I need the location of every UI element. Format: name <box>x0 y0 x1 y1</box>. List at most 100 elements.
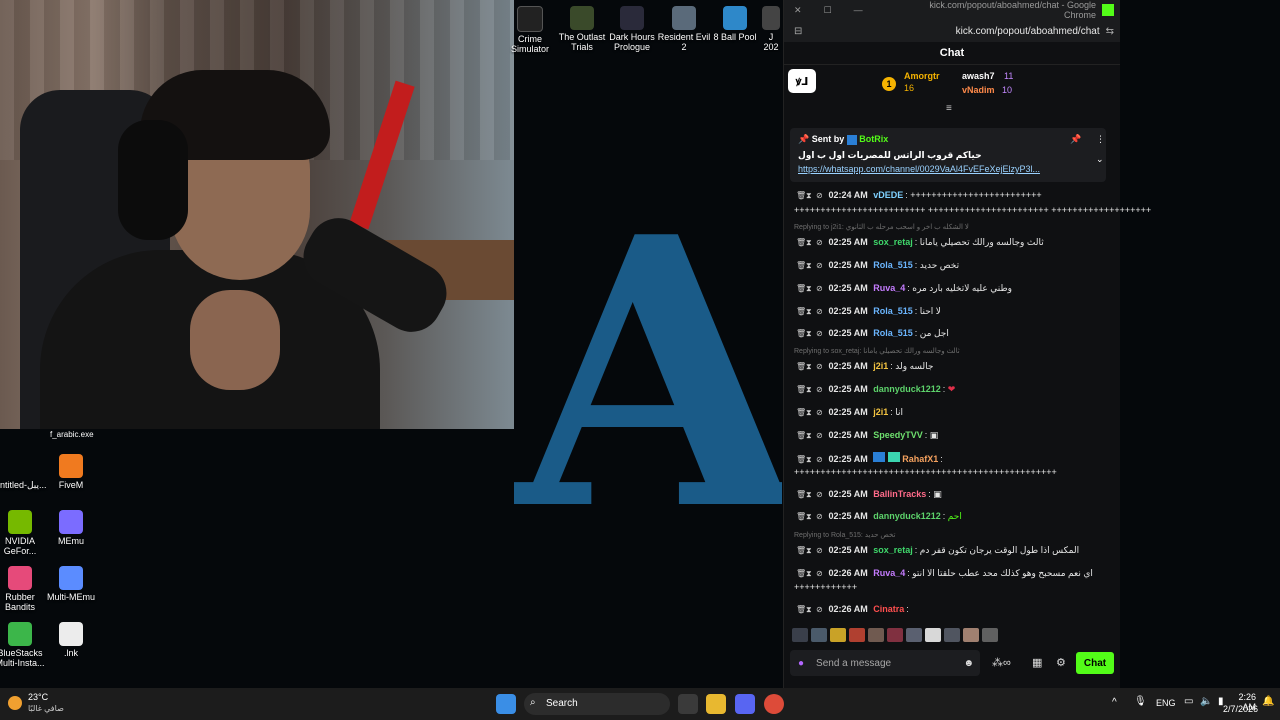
task-view-icon[interactable] <box>678 694 698 714</box>
gear-icon[interactable]: ⚙ <box>1056 656 1066 669</box>
emote-icon[interactable] <box>982 628 998 642</box>
close-window-icon[interactable]: ✕ <box>794 5 802 16</box>
delete-icon[interactable]: 🗑 <box>796 329 806 338</box>
chat-message[interactable]: 🗑⧗ ⊘ 02:25 AM sox_retaj: المكس اذا طول ال… <box>796 545 1106 556</box>
emote-icon[interactable] <box>925 628 941 642</box>
delete-icon[interactable]: 🗑 <box>796 569 806 578</box>
message-username[interactable]: dannyduck1212 <box>873 384 941 394</box>
desktop-icon-8-ball-pool[interactable]: 8 Ball Pool <box>707 6 763 42</box>
message-username[interactable]: j2i1 <box>873 407 888 417</box>
chat-message[interactable]: 🗑⧗ ⊘ 02:25 AM SpeedyTVV: ▣ <box>796 430 1106 441</box>
microphone-icon[interactable]: ● <box>798 658 804 669</box>
timeout-icon[interactable]: ⧗ <box>806 191 816 201</box>
ban-icon[interactable]: ⊘ <box>816 512 826 521</box>
emote-icon[interactable] <box>811 628 827 642</box>
chevron-down-icon[interactable]: ⌄ <box>1096 154 1104 165</box>
timeout-icon[interactable]: ⧗ <box>806 238 816 248</box>
chat-message[interactable]: 🗑⧗ ⊘ 02:24 AM vDEDE: ++++++++++++++++++++… <box>796 190 1106 201</box>
ban-icon[interactable]: ⊘ <box>816 238 826 247</box>
message-username[interactable]: BallinTracks <box>873 489 926 499</box>
message-username[interactable]: Rola_515 <box>873 260 913 270</box>
desktop-icon-lnk[interactable]: .lnk <box>43 622 99 658</box>
start-button-icon[interactable] <box>496 694 516 714</box>
emote-icon[interactable] <box>849 628 865 642</box>
message-username[interactable]: Cinatra <box>873 604 904 614</box>
volume-icon[interactable]: 🔈 <box>1200 696 1212 707</box>
ban-icon[interactable]: ⊘ <box>816 455 826 464</box>
address-bar[interactable]: ⊟ kick.com/popout/aboahmed/chat ⇆ <box>784 20 1120 42</box>
timeout-icon[interactable]: ⧗ <box>806 431 816 441</box>
message-username[interactable]: sox_retaj <box>873 545 913 555</box>
ban-icon[interactable]: ⊘ <box>816 329 826 338</box>
ban-icon[interactable]: ⊘ <box>816 191 826 200</box>
delete-icon[interactable]: 🗑 <box>796 385 806 394</box>
desktop-icon-resident-evil-2[interactable]: Resident Evil 2 <box>656 6 712 52</box>
timeout-icon[interactable]: ⧗ <box>806 569 816 579</box>
desktop-icon-crime-simulator[interactable]: Crime Simulator <box>502 6 558 54</box>
more-options-icon[interactable]: ⋮ <box>1096 134 1105 145</box>
chat-message[interactable]: 🗑⧗ ⊘ 02:25 AM Rola_515: تخص حديد <box>796 260 1106 271</box>
message-username[interactable]: RahafX1 <box>902 454 938 464</box>
desktop-icon-dark-hours[interactable]: Dark Hours Prologue <box>604 6 660 52</box>
emote-icon[interactable] <box>906 628 922 642</box>
timeout-icon[interactable]: ⧗ <box>806 455 816 465</box>
maximize-icon[interactable]: ☐ <box>824 5 832 16</box>
weather-icon[interactable] <box>8 696 22 710</box>
emote-icon[interactable] <box>963 628 979 642</box>
expand-gifters-icon[interactable]: ≡ <box>946 103 952 114</box>
timeout-icon[interactable]: ⧗ <box>806 307 816 317</box>
pinned-sender[interactable]: BotRix <box>859 134 888 144</box>
minimize-icon[interactable]: — <box>854 5 863 15</box>
chat-message[interactable]: 🗑⧗ ⊘ 02:26 AM Ruva_4: اي نعم مسحبح وهو كذ… <box>796 568 1106 579</box>
desktop-icon-bluestacks[interactable]: BlueStacks Multi-Insta... <box>0 622 48 668</box>
timeout-icon[interactable]: ⧗ <box>806 385 816 395</box>
notification-icon[interactable]: 🔔 <box>1262 696 1274 707</box>
delete-icon[interactable]: 🗑 <box>796 431 806 440</box>
ban-icon[interactable]: ⊘ <box>816 546 826 555</box>
message-username[interactable]: Rola_515 <box>873 306 913 316</box>
delete-icon[interactable]: 🗑 <box>796 605 806 614</box>
timeout-icon[interactable]: ⧗ <box>806 512 816 522</box>
desktop-icon-nvidia[interactable]: NVIDIA GeFor... <box>0 510 48 556</box>
message-username[interactable]: vDEDE <box>873 190 903 200</box>
gifter-1-name[interactable]: Amorgtr <box>904 71 940 81</box>
message-username[interactable]: j2i1 <box>873 361 888 371</box>
delete-icon[interactable]: 🗑 <box>796 512 806 521</box>
message-username[interactable]: dannyduck1212 <box>873 511 941 521</box>
delete-icon[interactable]: 🗑 <box>796 408 806 417</box>
ban-icon[interactable]: ⊘ <box>816 385 826 394</box>
language-indicator[interactable]: ENG <box>1156 698 1176 708</box>
ban-icon[interactable]: ⊘ <box>816 569 826 578</box>
desktop-icon-rubber-bandits[interactable]: Rubber Bandits <box>0 566 48 612</box>
chat-message[interactable]: 🗑⧗ ⊘ 02:25 AM Rola_515: اجل من <box>796 328 1106 339</box>
message-username[interactable]: sox_retaj <box>873 237 913 247</box>
settings-tune-icon[interactable]: ⇆ <box>1106 26 1114 37</box>
delete-icon[interactable]: 🗑 <box>796 284 806 293</box>
reply-context[interactable]: Replying to Rola_515: تخص حديد <box>794 531 895 539</box>
send-chat-button[interactable]: Chat <box>1076 652 1114 674</box>
ban-icon[interactable]: ⊘ <box>816 284 826 293</box>
gift-icon[interactable]: ▦ <box>1032 656 1042 669</box>
ban-icon[interactable]: ⊘ <box>816 261 826 270</box>
message-username[interactable]: SpeedyTVV <box>873 430 923 440</box>
message-username[interactable]: Rola_515 <box>873 328 913 338</box>
timeout-icon[interactable]: ⧗ <box>806 546 816 556</box>
emote-icon[interactable] <box>868 628 884 642</box>
network-icon[interactable]: ▭ <box>1184 696 1193 707</box>
chat-message[interactable]: 🗑⧗ ⊘ 02:25 AM j2i1: انا <box>796 407 1106 418</box>
emote-icon[interactable] <box>830 628 846 642</box>
chat-message[interactable]: 🗑⧗ ⊘ 02:25 AM j2i1: جالسه ولد <box>796 361 1106 372</box>
pinned-link[interactable]: https://whatsapp.com/channel/0029VaAl4Fv… <box>798 164 1040 174</box>
timeout-icon[interactable]: ⧗ <box>806 329 816 339</box>
delete-icon[interactable]: 🗑 <box>796 362 806 371</box>
chat-message[interactable]: 🗑⧗ ⊘ 02:25 AM Rola_515: لا احنا <box>796 306 1106 317</box>
timeout-icon[interactable]: ⧗ <box>806 284 816 294</box>
gifter-2-name[interactable]: awash7 <box>962 71 995 81</box>
ban-icon[interactable]: ⊘ <box>816 605 826 614</box>
bits-icon[interactable]: ⁂∞ <box>992 656 1011 669</box>
desktop-icon-outlast-trials[interactable]: The Outlast Trials <box>554 6 610 52</box>
timeout-icon[interactable]: ⧗ <box>806 605 816 615</box>
chat-input[interactable]: ● Send a message ☻ <box>790 650 980 676</box>
message-username[interactable]: Ruva_4 <box>873 283 905 293</box>
clock-date[interactable]: 2/7/2026 <box>1212 704 1258 714</box>
